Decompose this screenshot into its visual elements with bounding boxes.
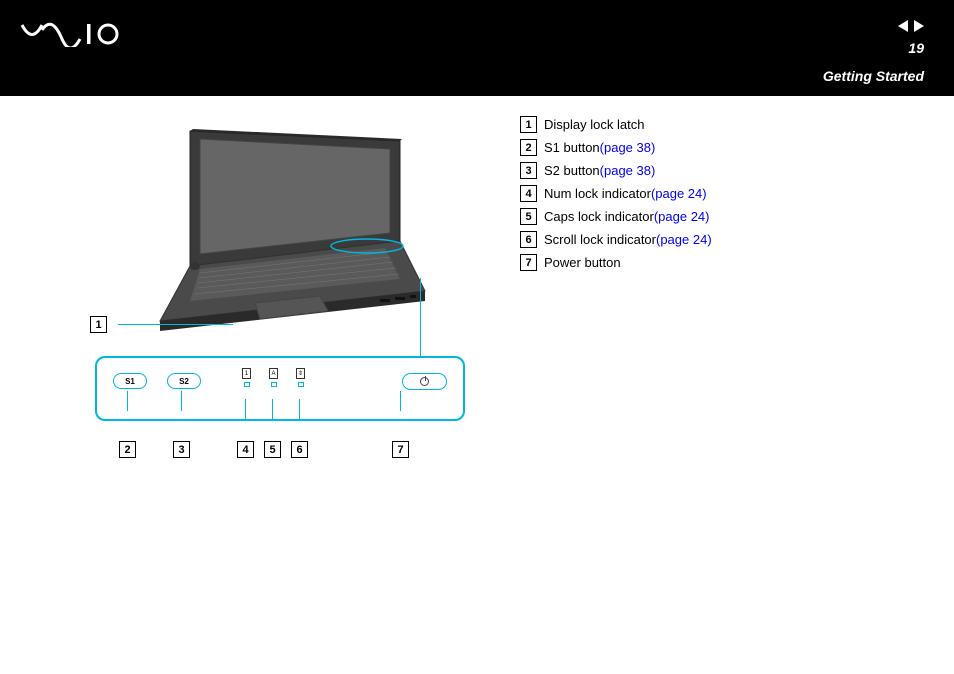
page-content: 1 S1 S2 1 A ⇕	[0, 96, 954, 356]
legend-label: Num lock indicator	[544, 186, 651, 201]
legend-item: 2 S1 button (page 38)	[520, 139, 924, 156]
s1-label: S1	[125, 377, 135, 386]
callout-box-3: 3	[173, 441, 190, 458]
detail-lead-lines: 2 3 4 5 6 7	[95, 421, 465, 456]
legend-label: Display lock latch	[544, 117, 644, 132]
section-title: Getting Started	[823, 68, 924, 84]
callout-box-1: 1	[90, 316, 107, 333]
scroll-lock-indicator-graphic: ⇕	[296, 368, 305, 387]
legend-num: 7	[520, 254, 537, 271]
legend-item: 5 Caps lock indicator (page 24)	[520, 208, 924, 225]
legend-label: S1 button	[544, 140, 600, 155]
legend-item: 3 S2 button (page 38)	[520, 162, 924, 179]
indicator-group: 1 A ⇕	[242, 368, 305, 387]
power-icon	[420, 377, 429, 386]
page-reference-link[interactable]: (page 24)	[656, 232, 712, 247]
page-reference-link[interactable]: (page 24)	[651, 186, 707, 201]
next-page-arrow-icon[interactable]	[914, 20, 924, 32]
legend-item: 7 Power button	[520, 254, 924, 271]
legend-num: 5	[520, 208, 537, 225]
vaio-logo	[20, 22, 130, 52]
nav-arrows	[898, 20, 924, 32]
legend-num: 3	[520, 162, 537, 179]
callout-1: 1	[90, 316, 233, 333]
prev-page-arrow-icon[interactable]	[898, 20, 908, 32]
s1-button-graphic: S1	[113, 373, 147, 389]
lead-line	[181, 391, 182, 411]
legend-label: S2 button	[544, 163, 600, 178]
page-reference-link[interactable]: (page 24)	[654, 209, 710, 224]
num-lock-indicator-graphic: 1	[242, 368, 251, 387]
callout-box-5: 5	[264, 441, 281, 458]
legend-num: 4	[520, 185, 537, 202]
lead-line	[245, 399, 246, 419]
legend-num: 6	[520, 231, 537, 248]
indicator-light	[271, 382, 277, 387]
power-button-graphic	[402, 373, 447, 390]
legend-item: 4 Num lock indicator (page 24)	[520, 185, 924, 202]
page-reference-link[interactable]: (page 38)	[600, 163, 656, 178]
lead-line	[420, 278, 421, 356]
legend-num: 1	[520, 116, 537, 133]
figure-column: 1 S1 S2 1 A ⇕	[30, 116, 510, 336]
detail-panel: S1 S2 1 A ⇕	[95, 356, 465, 421]
legend-item: 1 Display lock latch	[520, 116, 924, 133]
page-reference-link[interactable]: (page 38)	[600, 140, 656, 155]
legend-column: 1 Display lock latch 2 S1 button (page 3…	[510, 116, 924, 336]
legend-label: Caps lock indicator	[544, 209, 654, 224]
callout-box-6: 6	[291, 441, 308, 458]
legend-label: Power button	[544, 255, 621, 270]
callout-box-2: 2	[119, 441, 136, 458]
caps-lock-indicator-graphic: A	[269, 368, 278, 387]
laptop-illustration	[100, 121, 430, 331]
callout-box-4: 4	[237, 441, 254, 458]
indicator-light	[298, 382, 304, 387]
lead-line	[400, 391, 401, 411]
callout-box-7: 7	[392, 441, 409, 458]
page-number: 19	[908, 40, 924, 56]
header-bar: 19 Getting Started	[0, 0, 954, 96]
s2-label: S2	[179, 377, 189, 386]
legend-num: 2	[520, 139, 537, 156]
lead-line	[272, 399, 273, 419]
s2-button-graphic: S2	[167, 373, 201, 389]
callout-line	[118, 324, 233, 325]
indicator-light	[244, 382, 250, 387]
lock-icon: 1	[242, 368, 251, 379]
legend-list: 1 Display lock latch 2 S1 button (page 3…	[520, 116, 924, 271]
lock-icon: ⇕	[296, 368, 305, 379]
lead-line	[299, 399, 300, 419]
legend-item: 6 Scroll lock indicator (page 24)	[520, 231, 924, 248]
lead-line	[127, 391, 128, 411]
lock-icon: A	[269, 368, 278, 379]
legend-label: Scroll lock indicator	[544, 232, 656, 247]
